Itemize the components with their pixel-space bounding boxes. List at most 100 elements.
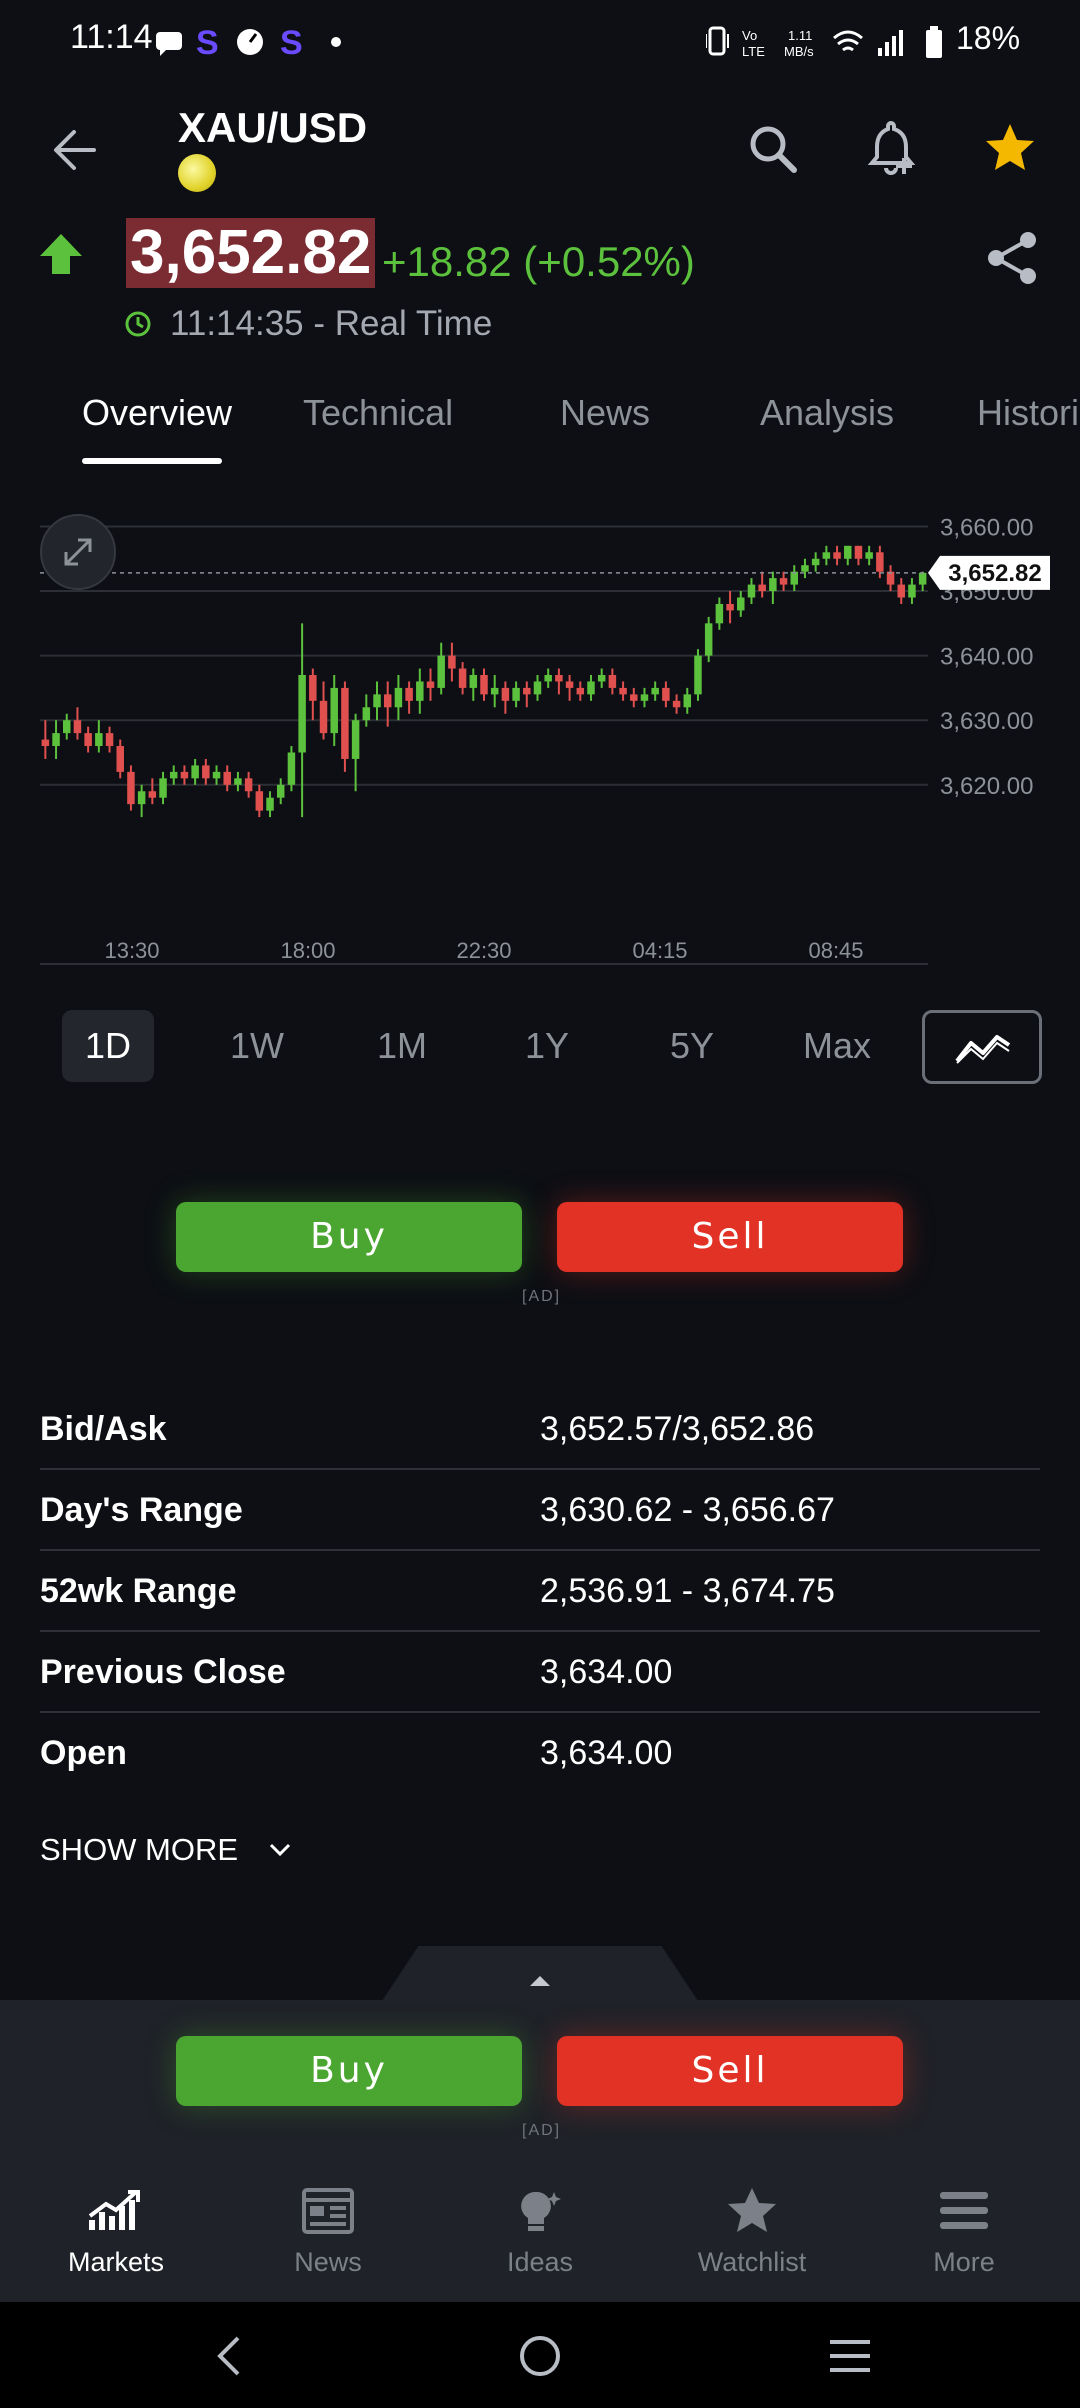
candle [523,687,531,695]
stat-label: Day's Range [40,1491,243,1529]
candle [448,655,456,669]
range-1y[interactable]: 1Y [497,1010,597,1082]
stat-label: Bid/Ask [40,1410,167,1448]
candle [202,765,210,779]
watchlist-star-button[interactable] [980,118,1040,178]
candle [437,655,445,688]
candle [405,687,413,701]
tab-technical[interactable]: Technical [303,392,453,434]
candle [876,552,884,572]
nav-ideas[interactable]: Ideas [470,2186,610,2278]
star-icon [986,124,1034,170]
candle [565,681,574,688]
stat-row-52wk-range: 52wk Range 2,536.91 - 3,674.75 [40,1550,1040,1632]
search-button[interactable] [742,118,802,178]
sell-button[interactable]: Sell [557,1202,903,1272]
svg-text:Vo: Vo [742,28,757,43]
notification-icons: S S [156,24,341,60]
candle [865,552,873,559]
candle [737,597,745,611]
buy-button-bottom[interactable]: Buy [176,2036,522,2106]
candle [63,720,71,734]
candle [298,675,306,753]
candle [373,694,381,708]
candle [608,675,617,688]
clock-icon [125,311,151,337]
candle [319,700,328,734]
candle [854,545,863,559]
show-more-button[interactable]: SHOW MORE [40,1832,295,1868]
system-recents-icon[interactable] [826,2334,874,2378]
candle [52,733,60,747]
sell-button-bottom[interactable]: Sell [557,2036,903,2106]
candle [137,791,146,805]
ad-label: [AD] [522,1288,562,1305]
price-chart[interactable]: 3,660.003,650.003,640.003,630.003,620.00… [0,500,1080,970]
candle [833,552,841,559]
active-tab-indicator [82,458,222,464]
x-tick-label: 04:15 [632,938,687,963]
candle [180,771,189,779]
tab-historical[interactable]: Histori [977,392,1079,434]
range-1d[interactable]: 1D [62,1010,154,1082]
expand-chart-button[interactable] [40,514,116,590]
stat-value: 3,630.62 - 3,656.67 [540,1491,835,1529]
range-1w[interactable]: 1W [207,1010,307,1082]
tab-overview[interactable]: Overview [82,392,232,434]
share-button[interactable] [984,228,1040,293]
ad-label-bottom: [AD] [522,2122,562,2139]
candle [41,739,50,747]
bell-plus-icon [867,121,916,175]
buy-button[interactable]: Buy [176,1202,522,1272]
tab-analysis[interactable]: Analysis [760,392,894,434]
candle [672,700,681,708]
candle [630,694,638,701]
stat-row-open: Open 3,634.00 [40,1712,1040,1792]
nav-markets[interactable]: Markets [46,2186,186,2278]
up-arrow-icon [40,234,82,274]
chevron-down-icon [269,1843,290,1857]
candle [619,687,627,695]
system-back-icon[interactable] [210,2334,250,2378]
system-home-icon[interactable] [516,2332,564,2380]
nav-news[interactable]: News [258,2186,398,2278]
candle [469,675,478,688]
nav-label: Watchlist [697,2247,807,2277]
add-alert-button[interactable] [860,118,920,178]
star-icon [728,2188,776,2232]
candle [426,681,435,688]
status-right-icons: Vo LTE 1.11 MB/s [705,24,956,59]
candle [886,571,895,585]
candle [908,584,916,598]
range-5y[interactable]: 5Y [642,1010,742,1082]
y-tick-label: 3,660.00 [940,514,1033,541]
range-1m[interactable]: 1M [352,1010,452,1082]
candle [769,578,777,592]
share-icon [988,232,1036,284]
last-price: 3,652.82 [126,218,376,288]
nav-more[interactable]: More [894,2186,1034,2278]
status-bar: 11:14 S S Vo LTE 1.11 MB/s 18% [0,0,1080,78]
menu-icon [940,2192,988,2229]
back-button[interactable] [46,120,106,180]
show-more-label: SHOW MORE [40,1832,239,1867]
stat-label: 52wk Range [40,1572,237,1610]
candle [576,687,585,695]
chevron-up-icon [530,1976,550,1986]
range-max[interactable]: Max [787,1010,887,1082]
svg-text:S: S [280,24,303,60]
candle [490,687,499,695]
nav-watchlist[interactable]: Watchlist [682,2186,822,2278]
candle [84,733,92,747]
tab-news[interactable]: News [560,392,650,434]
candle [223,771,231,785]
stat-row-bid-ask: Bid/Ask 3,652.57/3,652.86 [40,1388,1040,1470]
chart-type-button[interactable] [922,1010,1042,1084]
candle [512,687,520,701]
current-price-label: 3,652.82 [948,560,1041,587]
svg-text:LTE: LTE [742,44,765,59]
panel-handle[interactable] [380,1946,700,2004]
candle [212,771,221,779]
candle [330,687,338,734]
y-tick-label: 3,640.00 [940,644,1033,671]
